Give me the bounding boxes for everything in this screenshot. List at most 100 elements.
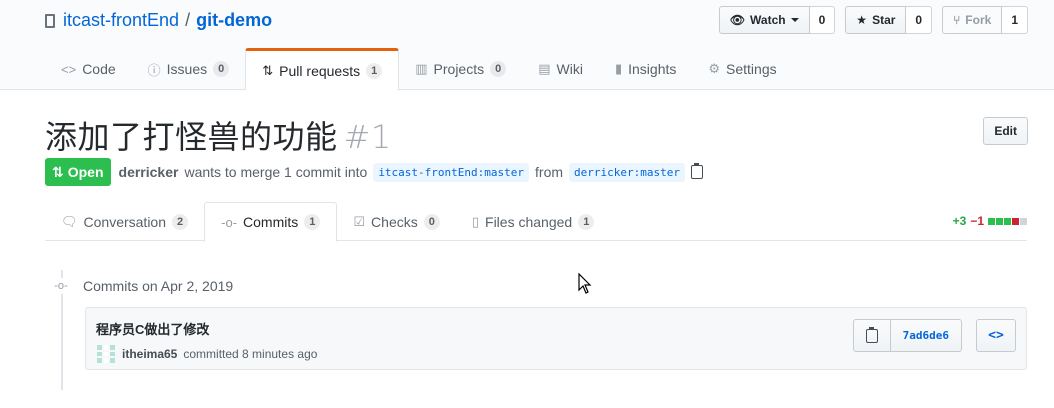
star-icon: ★ (856, 13, 868, 27)
fork-icon: ⑂ (953, 13, 961, 27)
watch-group: 👁 Watch 0 (718, 6, 836, 34)
repo-nav: <> Code ⓘ Issues 0 ⇅ Pull requests 1 ▥ P… (45, 48, 793, 91)
diffstat-additions: +3 (952, 214, 967, 228)
tab-insights[interactable]: ▮ Insights (599, 48, 692, 90)
conversation-counter: 2 (172, 213, 189, 230)
issues-counter: 0 (213, 61, 230, 77)
issue-icon: ⓘ (147, 62, 161, 78)
star-button[interactable]: ★ Star (845, 6, 907, 34)
fork-label: Fork (965, 13, 992, 27)
diffstat-block (1004, 217, 1011, 225)
commit-time: committed 8 minutes ago (183, 347, 318, 361)
tab-conversation-label: Conversation (83, 213, 167, 230)
state-label: Open (67, 164, 104, 180)
repo-actions: 👁 Watch 0 ★ Star 0 ⑂ Fork 1 (718, 6, 1028, 34)
tab-wiki[interactable]: ▤ Wiki (522, 48, 599, 90)
files-changed-counter: 1 (578, 213, 595, 230)
tab-projects-label: Projects (433, 61, 485, 77)
watch-button[interactable]: 👁 Watch (718, 6, 810, 34)
comment-icon: 🗨 (61, 213, 78, 229)
state-badge: ⇅ Open (45, 158, 111, 186)
commit-icon: -o- (53, 278, 69, 294)
repo-icon (45, 13, 55, 28)
pr-tabs: 🗨 Conversation 2 -o- Commits 1 ☑ Checks … (45, 202, 1027, 242)
commit-date-heading: Commits on Apr 2, 2019 (83, 278, 234, 294)
repo-header: itcast-frontEnd / git-demo 👁 Watch 0 ★ S… (0, 0, 1054, 91)
repo-separator: / (185, 10, 191, 30)
diffstat-block (996, 217, 1003, 225)
commit-meta: itheima65 committed 8 minutes ago (96, 344, 317, 364)
commit-row: 程序员C做出了修改 itheima65 committed 8 minutes … (85, 307, 1027, 370)
fork-group: ⑂ Fork 1 (942, 6, 1028, 34)
tab-pull-requests-label: Pull requests (279, 62, 361, 79)
tab-code-label: Code (82, 61, 116, 77)
eye-icon: 👁 (729, 13, 746, 27)
pr-meta: ⇅ Open derricker wants to merge 1 commit… (45, 158, 703, 186)
tab-settings-label: Settings (726, 61, 777, 77)
book-icon: ▤ (538, 61, 551, 76)
tab-issues-label: Issues (166, 61, 208, 77)
commit-author[interactable]: itheima65 (122, 347, 177, 361)
repo-title: itcast-frontEnd / git-demo (45, 10, 272, 31)
repo-name-link[interactable]: git-demo (196, 10, 272, 31)
commit-icon: -o- (221, 214, 238, 230)
diffstat-block (988, 217, 995, 225)
pull-request-icon: ⇅ (262, 62, 274, 78)
commits-counter: 1 (304, 214, 321, 230)
diffstat-block (1012, 217, 1019, 225)
pull-requests-counter: 1 (366, 62, 383, 79)
merge-text: wants to merge 1 commit into (184, 164, 368, 180)
clipboard-icon (865, 326, 878, 343)
watch-label: Watch (750, 13, 786, 27)
edit-button[interactable]: Edit (983, 117, 1028, 145)
pull-request-icon: ⇅ (52, 163, 64, 180)
pr-title: 添加了打怪兽的功能 #1 (45, 112, 392, 158)
tab-code[interactable]: <> Code (45, 48, 132, 90)
star-count[interactable]: 0 (906, 6, 933, 34)
project-icon: ▥ (415, 61, 428, 76)
pr-author[interactable]: derricker (119, 164, 179, 180)
base-branch[interactable]: itcast-frontEnd:master (373, 162, 530, 182)
diffstat-deletions: −1 (970, 214, 984, 228)
checks-counter: 0 (423, 213, 440, 230)
projects-counter: 0 (490, 61, 507, 77)
graph-icon: ▮ (614, 61, 623, 76)
star-label: Star (872, 13, 896, 27)
tab-settings[interactable]: ⚙ Settings (692, 48, 792, 90)
tab-commits-label: Commits (243, 214, 299, 230)
diffstat-blocks (988, 217, 1027, 225)
tab-commits[interactable]: -o- Commits 1 (204, 202, 338, 242)
diffstat-block (1020, 217, 1027, 225)
tab-insights-label: Insights (628, 61, 677, 77)
fork-button[interactable]: ⑂ Fork (942, 6, 1003, 34)
fork-count[interactable]: 1 (1002, 6, 1028, 34)
commit-sha-link[interactable]: 7ad6de6 (890, 319, 962, 352)
caret-down-icon (790, 18, 799, 22)
from-text: from (535, 164, 564, 180)
avatar[interactable] (96, 344, 116, 364)
tab-checks[interactable]: ☑ Checks 0 (337, 202, 455, 241)
sha-group: 7ad6de6 (852, 319, 962, 352)
gear-icon: ⚙ (708, 61, 721, 76)
commit-date-group: -o- Commits on Apr 2, 2019 (53, 278, 233, 294)
watch-count[interactable]: 0 (809, 6, 836, 34)
repo-owner-link[interactable]: itcast-frontEnd (63, 10, 179, 31)
tab-files-changed-label: Files changed (485, 213, 573, 230)
checklist-icon: ☑ (353, 213, 366, 229)
tab-issues[interactable]: ⓘ Issues 0 (132, 48, 246, 90)
tab-projects[interactable]: ▥ Projects 0 (399, 48, 522, 90)
clipboard-icon[interactable] (690, 163, 703, 179)
browse-repo-button[interactable]: <> (976, 319, 1016, 352)
head-branch[interactable]: derricker:master (569, 162, 685, 182)
pr-title-text: 添加了打怪兽的功能 (45, 118, 338, 156)
tab-checks-label: Checks (371, 213, 418, 230)
commit-message[interactable]: 程序员C做出了修改 (96, 319, 209, 338)
tab-files-changed[interactable]: ▯ Files changed 1 (456, 202, 610, 241)
tab-conversation[interactable]: 🗨 Conversation 2 (45, 202, 204, 241)
tab-pull-requests[interactable]: ⇅ Pull requests 1 (245, 48, 400, 91)
mouse-cursor-icon (578, 273, 592, 294)
code-icon: <> (61, 61, 77, 77)
tab-wiki-label: Wiki (556, 61, 583, 77)
file-diff-icon: ▯ (471, 213, 480, 229)
copy-sha-button[interactable] (852, 319, 891, 352)
